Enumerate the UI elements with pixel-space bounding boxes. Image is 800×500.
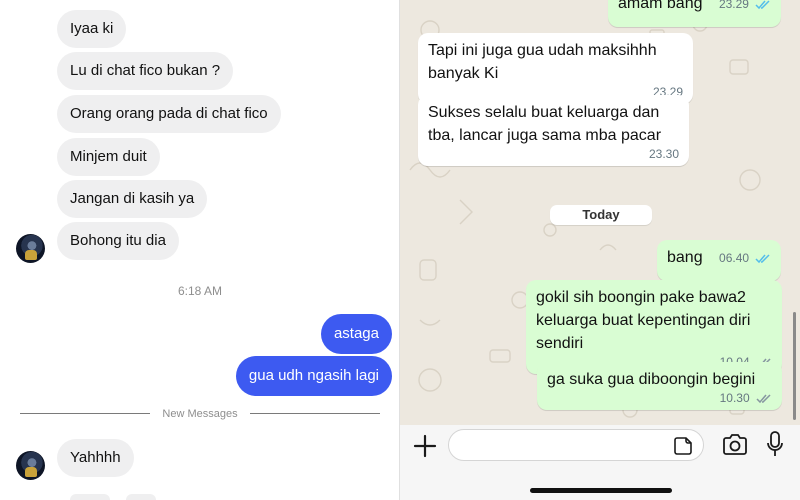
message-text: Tapi ini juga gua udah maksihhh banyak K… (428, 42, 657, 82)
partial-message (70, 494, 110, 500)
message-input[interactable] (448, 429, 704, 461)
incoming-message[interactable]: Yahhhh (57, 439, 134, 477)
outgoing-message[interactable]: gua udh ngasih lagi (235, 356, 392, 396)
double-check-icon (755, 254, 770, 263)
outgoing-message[interactable]: amam bang 23.29 (608, 0, 782, 27)
message-text: amam bang (618, 0, 703, 12)
message-text: Sukses selalu buat keluarga dan tba, lan… (428, 104, 662, 144)
avatar[interactable] (16, 234, 45, 263)
message-time: 23.29 (718, 0, 749, 11)
camera-icon[interactable] (722, 433, 748, 457)
incoming-message[interactable]: Minjem duit (57, 138, 160, 176)
double-check-icon (755, 0, 770, 9)
message-composer-bar (400, 425, 800, 500)
incoming-message[interactable]: Tapi ini juga gua udah maksihhh banyak K… (418, 33, 693, 104)
outgoing-message[interactable]: gokil sih boongin pake bawa2 keluarga bu… (526, 280, 782, 374)
message-time: 06.40 (719, 251, 750, 265)
outgoing-message[interactable]: bang 06.40 (657, 240, 782, 281)
incoming-message[interactable]: Orang orang pada di chat fico (57, 95, 281, 133)
partial-message (126, 494, 156, 500)
new-messages-label: New Messages (162, 408, 238, 420)
instagram-dm-panel: Iyaa ki Lu di chat fico bukan ? Orang or… (0, 0, 400, 500)
sticker-icon[interactable] (673, 436, 693, 456)
incoming-message[interactable]: Jangan di kasih ya (57, 180, 208, 218)
incoming-message[interactable]: Iyaa ki (57, 10, 127, 48)
outgoing-message[interactable]: ga suka gua diboongin begini 10.30 (537, 362, 782, 410)
incoming-message[interactable]: Lu di chat fico bukan ? (57, 52, 234, 90)
message-meta: 23.29 (719, 0, 771, 11)
message-meta: 10.30 (547, 391, 772, 405)
home-indicator (530, 488, 672, 493)
message-text: ga suka gua diboongin begini (547, 371, 756, 388)
double-check-icon (756, 394, 771, 403)
message-text: gokil sih boongin pake bawa2 keluarga bu… (536, 289, 751, 352)
message-time: 23.30 (648, 147, 679, 161)
message-time: 10.30 (719, 391, 750, 405)
plus-icon[interactable] (412, 433, 438, 459)
incoming-message[interactable]: Sukses selalu buat keluarga dan tba, lan… (418, 95, 689, 166)
whatsapp-chat-panel: amam bang 23.29 Tapi ini juga gua udah m… (400, 0, 800, 500)
new-messages-divider: New Messages (20, 407, 380, 421)
message-meta: 06.40 (719, 251, 771, 265)
incoming-message[interactable]: Bohong itu dia (57, 222, 179, 260)
message-text: bang (667, 249, 703, 266)
scrollbar[interactable] (793, 312, 796, 420)
message-timestamp: 6:18 AM (177, 284, 223, 298)
outgoing-message[interactable]: astaga (320, 314, 392, 354)
divider-line (250, 413, 380, 414)
mic-icon[interactable] (766, 431, 784, 459)
avatar[interactable] (16, 451, 45, 480)
date-separator: Today (550, 205, 652, 225)
